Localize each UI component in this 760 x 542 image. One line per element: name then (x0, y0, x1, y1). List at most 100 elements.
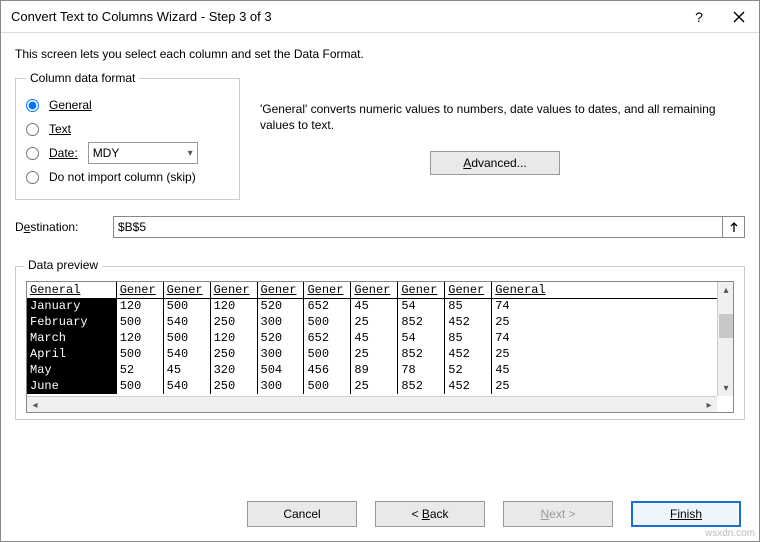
column-header[interactable]: Gener (257, 282, 304, 298)
data-cell: 25 (351, 314, 398, 330)
data-cell: 74 (492, 330, 717, 346)
data-cell: 456 (304, 362, 351, 378)
data-cell: 452 (445, 378, 492, 394)
radio-general-label[interactable]: General (49, 98, 92, 112)
window-title: Convert Text to Columns Wizard - Step 3 … (11, 9, 679, 24)
column-header[interactable]: Gener (351, 282, 398, 298)
data-cell: 520 (257, 298, 304, 314)
data-cell: 500 (163, 298, 210, 314)
radio-skip-label[interactable]: Do not import column (skip) (49, 170, 196, 184)
data-cell: 852 (398, 346, 445, 362)
row-header-cell: February (27, 314, 116, 330)
scroll-right-icon[interactable]: ▸ (701, 397, 717, 413)
row-header-cell: May (27, 362, 116, 378)
data-cell: 300 (257, 346, 304, 362)
titlebar: Convert Text to Columns Wizard - Step 3 … (1, 1, 759, 33)
data-cell: 500 (116, 378, 163, 394)
advanced-button[interactable]: Advanced... (430, 151, 560, 175)
data-cell: 652 (304, 298, 351, 314)
destination-input[interactable] (113, 216, 723, 238)
preview-grid[interactable]: GeneralGenerGenerGenerGenerGenerGenerGen… (27, 282, 717, 396)
data-cell: 500 (304, 346, 351, 362)
radio-date-label[interactable]: Date: (49, 146, 78, 160)
radio-date[interactable] (26, 147, 39, 160)
data-cell: 500 (304, 378, 351, 394)
data-cell: 120 (116, 298, 163, 314)
data-cell: 540 (163, 378, 210, 394)
data-cell: 85 (445, 330, 492, 346)
data-cell: 52 (445, 362, 492, 378)
help-button[interactable]: ? (679, 1, 719, 33)
close-button[interactable] (719, 1, 759, 33)
radio-skip[interactable] (26, 171, 39, 184)
row-header-cell: June (27, 378, 116, 394)
data-cell: 500 (116, 314, 163, 330)
data-cell: 120 (210, 298, 257, 314)
scroll-thumb[interactable] (719, 314, 733, 338)
data-cell: 52 (116, 362, 163, 378)
column-header[interactable]: Gener (210, 282, 257, 298)
data-cell: 300 (257, 378, 304, 394)
back-button[interactable]: < Back (375, 501, 485, 527)
data-cell: 250 (210, 346, 257, 362)
intro-text: This screen lets you select each column … (15, 47, 745, 61)
column-header[interactable]: General (27, 282, 116, 298)
horizontal-scrollbar[interactable]: ◂ ▸ (27, 396, 717, 412)
cancel-button[interactable]: Cancel (247, 501, 357, 527)
data-cell: 54 (398, 330, 445, 346)
data-cell: 85 (445, 298, 492, 314)
data-cell: 500 (116, 346, 163, 362)
data-cell: 504 (257, 362, 304, 378)
data-cell: 320 (210, 362, 257, 378)
data-cell: 78 (398, 362, 445, 378)
column-header[interactable]: Gener (304, 282, 351, 298)
data-cell: 520 (257, 330, 304, 346)
scroll-left-icon[interactable]: ◂ (27, 397, 43, 413)
data-cell: 45 (351, 330, 398, 346)
data-cell: 452 (445, 314, 492, 330)
data-cell: 250 (210, 314, 257, 330)
data-cell: 45 (351, 298, 398, 314)
data-cell: 54 (398, 298, 445, 314)
range-picker-icon (728, 221, 740, 233)
data-preview-group: Data preview GeneralGenerGenerGenerGener… (15, 266, 745, 420)
watermark: wsxdn.com (705, 528, 755, 539)
destination-picker-button[interactable] (723, 216, 745, 238)
data-cell: 540 (163, 314, 210, 330)
scroll-down-icon[interactable]: ▾ (718, 380, 734, 396)
column-header[interactable]: Gener (398, 282, 445, 298)
radio-text[interactable] (26, 123, 39, 136)
vertical-scrollbar[interactable]: ▴ ▾ (717, 282, 733, 396)
data-cell: 500 (163, 330, 210, 346)
table-row: February5005402503005002585245225 (27, 314, 717, 330)
preview-legend: Data preview (24, 258, 102, 272)
radio-text-label[interactable]: Text (49, 122, 71, 136)
date-format-value: MDY (93, 146, 120, 160)
data-cell: 89 (351, 362, 398, 378)
column-header[interactable]: Gener (445, 282, 492, 298)
table-row: April5005402503005002585245225 (27, 346, 717, 362)
row-header-cell: January (27, 298, 116, 314)
data-cell: 45 (163, 362, 210, 378)
column-data-format-group: Column data format General Text Date: MD… (15, 71, 240, 200)
column-header[interactable]: Gener (116, 282, 163, 298)
radio-general[interactable] (26, 99, 39, 112)
wizard-buttons: Cancel < Back Next > Finish (19, 501, 741, 527)
data-cell: 540 (163, 346, 210, 362)
data-cell: 120 (210, 330, 257, 346)
data-cell: 300 (257, 314, 304, 330)
column-header[interactable]: General (492, 282, 717, 298)
finish-button[interactable]: Finish (631, 501, 741, 527)
table-row: May524532050445689785245 (27, 362, 717, 378)
row-header-cell: April (27, 346, 116, 362)
scroll-up-icon[interactable]: ▴ (718, 282, 734, 298)
column-header[interactable]: Gener (163, 282, 210, 298)
data-cell: 500 (304, 314, 351, 330)
preview-box: GeneralGenerGenerGenerGenerGenerGenerGen… (26, 281, 734, 413)
data-cell: 120 (116, 330, 163, 346)
date-format-select[interactable]: MDY ▾ (88, 142, 198, 164)
close-icon (733, 11, 745, 23)
format-legend: Column data format (26, 71, 139, 85)
destination-label: Destination: (15, 220, 113, 234)
data-cell: 25 (492, 314, 717, 330)
